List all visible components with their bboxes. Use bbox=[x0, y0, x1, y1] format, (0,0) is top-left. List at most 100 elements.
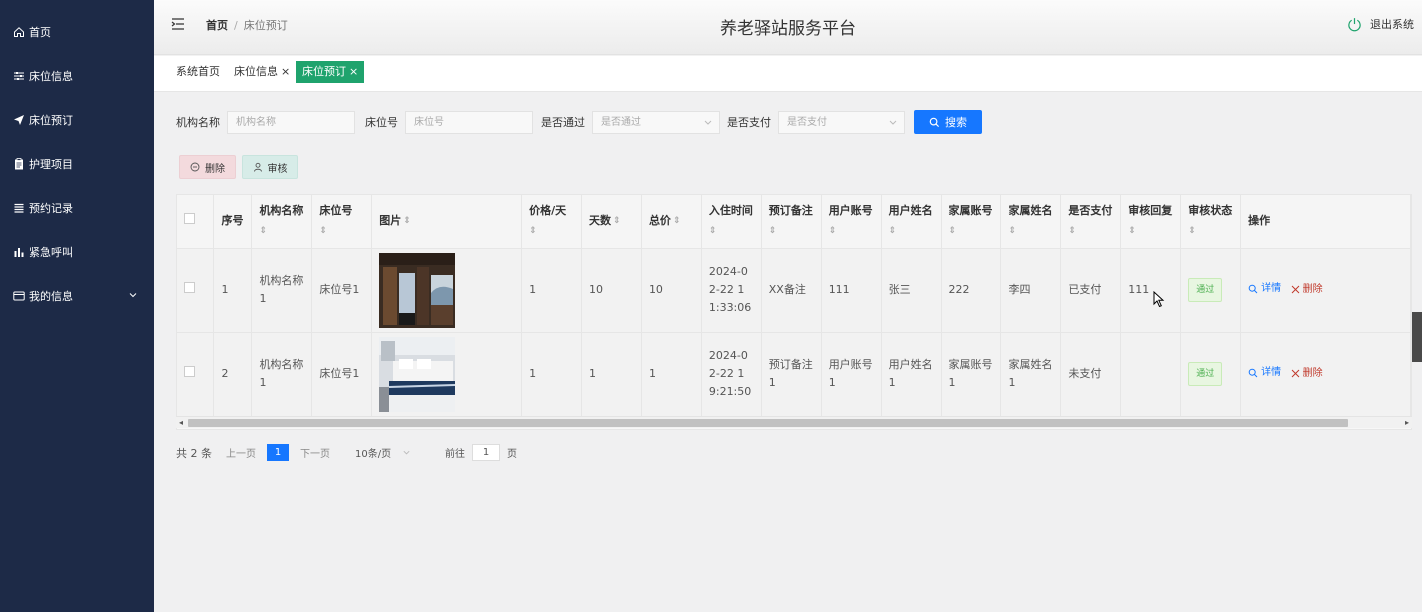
table-header-row: 序号 机构名称 ⇕ 床位号 ⇕ 图片 ⇕ 价格/天 ⇕ 天数 ⇕ 总价 ⇕ 入住时间 ⇕ 预订… bbox=[177, 195, 1411, 249]
audit-button[interactable]: 审核 bbox=[242, 155, 298, 179]
page-number-button[interactable]: 1 bbox=[267, 444, 289, 461]
sidebar-item-care-items[interactable]: 护理项目 bbox=[0, 142, 154, 186]
tab-bed-info[interactable]: 床位信息 × bbox=[228, 61, 296, 83]
breadcrumb-home[interactable]: 首页 bbox=[206, 19, 228, 32]
sidebar-item-appointments[interactable]: 预约记录 bbox=[0, 186, 154, 230]
sliders-icon bbox=[13, 70, 25, 82]
scrollbar-thumb[interactable] bbox=[188, 419, 1348, 427]
card-icon bbox=[13, 290, 25, 302]
delete-link-label: 删除 bbox=[1302, 283, 1323, 295]
column-header[interactable]: 图片 ⇕ bbox=[371, 195, 523, 249]
cell-price: 1 bbox=[521, 248, 583, 333]
column-header[interactable]: 用户账号 ⇕ bbox=[821, 195, 882, 249]
column-header[interactable]: 总价 ⇕ bbox=[641, 195, 702, 249]
column-header[interactable]: 机构名称 ⇕ bbox=[251, 195, 313, 249]
search-button[interactable]: 搜索 bbox=[914, 110, 982, 134]
column-header[interactable]: 预订备注 ⇕ bbox=[761, 195, 822, 249]
sort-icon[interactable]: ⇕ bbox=[769, 223, 814, 239]
bed-label: 床位号 bbox=[365, 116, 398, 129]
sort-icon[interactable]: ⇕ bbox=[1128, 223, 1173, 239]
cell-status: 通过 bbox=[1180, 332, 1242, 417]
sort-icon[interactable]: ⇕ bbox=[673, 216, 681, 226]
sidebar-item-label: 护理项目 bbox=[29, 158, 73, 171]
scroll-right-arrow-icon[interactable]: ▸ bbox=[1405, 417, 1409, 429]
row-select-cell bbox=[177, 248, 215, 333]
sort-icon[interactable]: ⇕ bbox=[949, 223, 994, 239]
sort-icon[interactable]: ⇕ bbox=[259, 223, 304, 239]
select-all-checkbox[interactable] bbox=[184, 213, 195, 225]
sidebar-item-bed-info[interactable]: 床位信息 bbox=[0, 54, 154, 98]
tab-home[interactable]: 系统首页 bbox=[170, 61, 226, 83]
bed-number-input[interactable]: 床位号 bbox=[405, 110, 533, 134]
sort-icon[interactable]: ⇕ bbox=[709, 223, 754, 239]
column-header[interactable]: 用户姓名 ⇕ bbox=[881, 195, 942, 249]
close-icon[interactable]: × bbox=[349, 65, 358, 78]
tab-bed-booking[interactable]: 床位预订 × bbox=[296, 61, 365, 83]
sort-icon[interactable]: ⇕ bbox=[1188, 223, 1233, 239]
sort-icon[interactable]: ⇕ bbox=[403, 216, 411, 226]
batch-delete-button[interactable]: 删除 bbox=[179, 155, 236, 179]
breadcrumb-current: 床位预订 bbox=[243, 19, 288, 32]
delete-link[interactable]: 删除 bbox=[1291, 365, 1323, 383]
sidebar-item-bed-booking[interactable]: 床位预订 bbox=[0, 98, 154, 142]
chevron-down-icon bbox=[403, 450, 410, 455]
sort-icon[interactable]: ⇕ bbox=[889, 223, 934, 239]
detail-link[interactable]: 详情 bbox=[1248, 364, 1281, 382]
cell-family-name: 李四 bbox=[1000, 248, 1062, 333]
detail-link[interactable]: 详情 bbox=[1248, 280, 1281, 298]
column-header[interactable]: 家属姓名 ⇕ bbox=[1000, 195, 1062, 249]
org-name-input[interactable]: 机构名称 bbox=[227, 110, 355, 134]
sidebar-item-home[interactable]: 首页 bbox=[0, 10, 154, 54]
bed-placeholder: 床位号 bbox=[414, 116, 444, 128]
select-all-cell bbox=[177, 195, 215, 249]
pass-select[interactable]: 是否通过 bbox=[592, 110, 720, 134]
horizontal-scrollbar[interactable]: ◂ ▸ bbox=[176, 416, 1412, 428]
column-header[interactable]: 天数 ⇕ bbox=[581, 195, 642, 249]
column-header[interactable]: 是否支付 ⇕ bbox=[1060, 195, 1122, 249]
cell-bed: 床位号1 bbox=[311, 332, 373, 417]
cell-family-account: 家属账号1 bbox=[941, 332, 1002, 417]
sidebar-item-my-info[interactable]: 我的信息 bbox=[0, 274, 154, 318]
column-header[interactable]: 入住时间 ⇕ bbox=[701, 195, 762, 249]
logout-button[interactable]: 退出系统 bbox=[1347, 16, 1414, 32]
column-header[interactable]: 床位号 ⇕ bbox=[311, 195, 373, 249]
paid-select[interactable]: 是否支付 bbox=[778, 110, 905, 134]
side-drawer-handle[interactable] bbox=[1412, 312, 1422, 362]
row-checkbox[interactable] bbox=[184, 282, 195, 293]
sort-icon[interactable]: ⇕ bbox=[613, 216, 621, 226]
sidebar-item-label: 床位信息 bbox=[29, 70, 73, 83]
sidebar-item-emergency[interactable]: 紧急呼叫 bbox=[0, 230, 154, 274]
sidebar: 首页 床位信息 床位预订 护理项目 预约记录 紧急呼叫 我的信息 bbox=[0, 0, 154, 612]
delete-link-label: 删除 bbox=[1302, 367, 1323, 379]
next-page-button[interactable]: 下一页 bbox=[300, 445, 330, 460]
prev-page-button[interactable]: 上一页 bbox=[226, 445, 256, 460]
sidebar-item-label: 我的信息 bbox=[29, 290, 73, 303]
sort-icon[interactable]: ⇕ bbox=[529, 223, 574, 239]
row-checkbox[interactable] bbox=[184, 366, 195, 377]
column-header[interactable]: 价格/天 ⇕ bbox=[521, 195, 583, 249]
scroll-left-arrow-icon[interactable]: ◂ bbox=[179, 417, 183, 429]
cell-remark: 预订备注1 bbox=[761, 332, 822, 417]
page-size-select[interactable]: 10条/页 bbox=[355, 445, 417, 460]
sort-icon[interactable]: ⇕ bbox=[1068, 223, 1113, 239]
delete-link[interactable]: 删除 bbox=[1291, 281, 1323, 299]
cell-checkin-time: 2024-02-22 19:21:50 bbox=[701, 332, 762, 417]
cell-image bbox=[371, 248, 523, 333]
close-icon[interactable]: × bbox=[281, 65, 290, 78]
search-icon bbox=[1248, 284, 1258, 294]
column-header[interactable]: 家属账号 ⇕ bbox=[941, 195, 1002, 249]
menu-toggle-icon[interactable] bbox=[170, 16, 186, 32]
top-header: 首页 / 床位预订 养老驿站服务平台 退出系统 bbox=[154, 0, 1422, 55]
sort-icon[interactable]: ⇕ bbox=[1008, 223, 1053, 239]
tab-label: 系统首页 bbox=[176, 65, 220, 78]
sort-icon[interactable]: ⇕ bbox=[829, 223, 874, 239]
goto-page-input[interactable]: 1 bbox=[472, 444, 500, 461]
column-header[interactable]: 审核回复 ⇕ bbox=[1120, 195, 1182, 249]
goto-prefix: 前往 bbox=[445, 449, 465, 460]
tab-label: 床位预订 bbox=[302, 65, 346, 78]
cell-days: 1 bbox=[581, 332, 642, 417]
sidebar-item-label: 首页 bbox=[29, 26, 51, 39]
minus-circle-icon bbox=[190, 162, 200, 172]
column-header[interactable]: 审核状态 ⇕ bbox=[1180, 195, 1242, 249]
sort-icon[interactable]: ⇕ bbox=[319, 223, 364, 239]
